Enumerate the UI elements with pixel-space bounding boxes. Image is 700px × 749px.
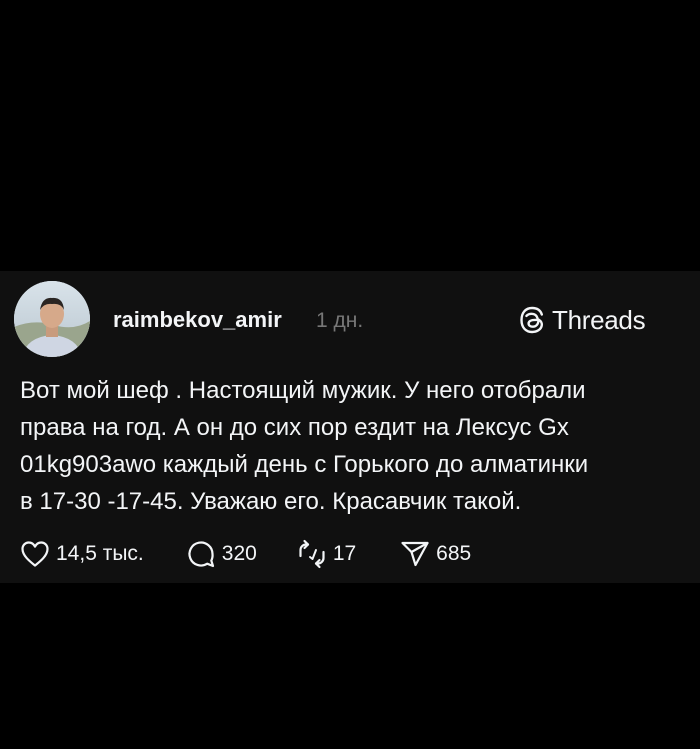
avatar[interactable] (14, 281, 90, 357)
threads-brand: Threads (518, 304, 646, 336)
post-actions: 14,5 тыс. 320 17 685 (20, 539, 471, 569)
avatar-photo (14, 281, 90, 357)
threads-logo-icon (520, 306, 544, 334)
post-text-line: Вот мой шеф . Настоящий мужик. У него от… (20, 377, 586, 404)
threads-post-card: raimbekov_amir 1 дн. Threads Вот мой шеф… (0, 271, 700, 583)
post-text: Вот мой шеф . Настоящий мужик. У него от… (20, 372, 700, 520)
repost-count: 17 (332, 542, 357, 565)
heart-icon (21, 541, 49, 567)
reply-count: 320 (221, 542, 257, 565)
share-count: 685 (436, 542, 472, 565)
post-text-line: 01kg903awo каждый день с Горького до алм… (20, 451, 589, 478)
threads-brand-label: Threads (552, 305, 646, 335)
repost-icon (299, 539, 325, 569)
repost-button[interactable]: 17 (297, 539, 356, 569)
share-button[interactable]: 685 (400, 540, 471, 568)
post-time: 1 дн. (316, 309, 364, 332)
like-button[interactable]: 14,5 тыс. (20, 540, 144, 568)
comment-bubble-icon (188, 541, 214, 568)
send-icon (401, 541, 429, 567)
post-text-line: права на год. А он до сих пор ездит на Л… (20, 414, 569, 441)
post-text-line: в 17-30 -17-45. Уважаю его. Красавчик та… (20, 488, 522, 515)
like-count: 14,5 тыс. (56, 542, 144, 565)
username[interactable]: raimbekov_amir (113, 307, 282, 333)
reply-button[interactable]: 320 (186, 539, 257, 569)
page: raimbekov_amir 1 дн. Threads Вот мой шеф… (0, 0, 700, 749)
